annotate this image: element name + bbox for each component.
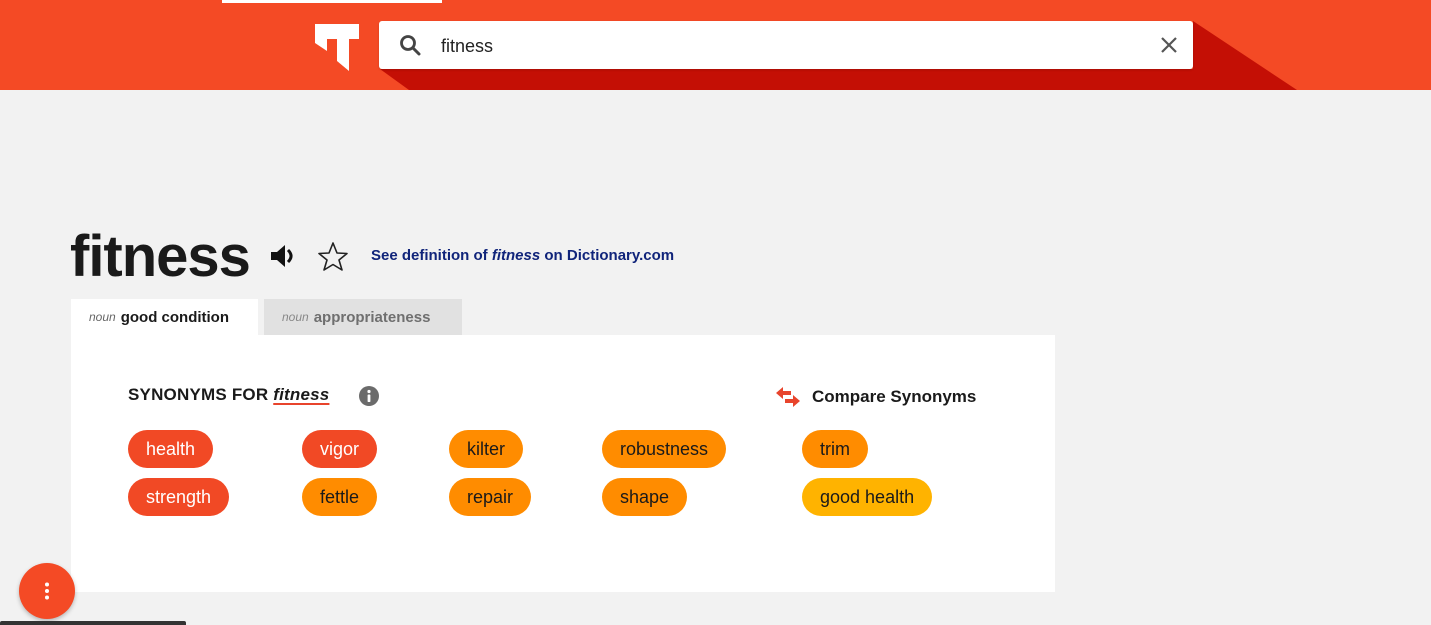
synonym-pill-fettle[interactable]: fettle: [302, 478, 378, 516]
close-icon[interactable]: [1157, 33, 1181, 57]
definition-link[interactable]: See definition of fitness on Dictionary.…: [371, 247, 674, 264]
tab-good-condition[interactable]: noun good condition: [71, 299, 258, 335]
synonym-pill-health[interactable]: health: [128, 430, 214, 468]
speaker-icon[interactable]: [268, 240, 300, 272]
synonym-pill-good-health[interactable]: good health: [802, 478, 933, 516]
tab-sense-label: appropriateness: [313, 308, 431, 326]
tab-part-of-speech: noun: [282, 310, 309, 324]
synonyms-headword: fitness: [273, 385, 330, 404]
definition-link-word: fitness: [491, 247, 541, 264]
synonym-pill-repair[interactable]: repair: [449, 478, 532, 516]
synonym-pill-trim[interactable]: trim: [802, 430, 868, 468]
star-icon[interactable]: [316, 240, 350, 274]
bottom-toolbar-edge: [0, 621, 186, 625]
search-input[interactable]: [439, 29, 1143, 63]
more-vertical-icon: [45, 582, 49, 600]
definition-link-suffix: on Dictionary.com: [540, 247, 675, 264]
site-header: [0, 0, 1431, 90]
compare-synonyms-button[interactable]: Compare Synonyms: [774, 385, 976, 409]
search-icon[interactable]: [399, 34, 421, 56]
search-bar: [379, 21, 1193, 69]
synonyms-heading-prefix: SYNONYMS FOR: [128, 385, 274, 404]
synonyms-card: SYNONYMS FOR fitness Compare Synonyms he…: [71, 335, 1055, 592]
compare-synonyms-label: Compare Synonyms: [812, 387, 977, 406]
compare-arrows-icon: [776, 387, 800, 407]
definition-link-prefix: See definition of: [371, 247, 492, 264]
synonym-pill-robustness[interactable]: robustness: [602, 430, 727, 468]
synonyms-heading: SYNONYMS FOR fitness: [128, 385, 329, 405]
thesaurus-logo-icon[interactable]: [313, 21, 361, 71]
synonym-pill-vigor[interactable]: vigor: [302, 430, 378, 468]
tab-appropriateness[interactable]: noun appropriateness: [264, 299, 462, 335]
synonym-pill-kilter[interactable]: kilter: [449, 430, 524, 468]
synonym-pill-strength[interactable]: strength: [128, 478, 230, 516]
tab-part-of-speech: noun: [89, 310, 116, 324]
page-title: fitness: [70, 224, 251, 289]
synonym-pill-shape[interactable]: shape: [602, 478, 688, 516]
more-options-button[interactable]: [19, 563, 75, 619]
info-icon[interactable]: [359, 386, 379, 406]
tab-sense-label: good condition: [120, 308, 230, 326]
